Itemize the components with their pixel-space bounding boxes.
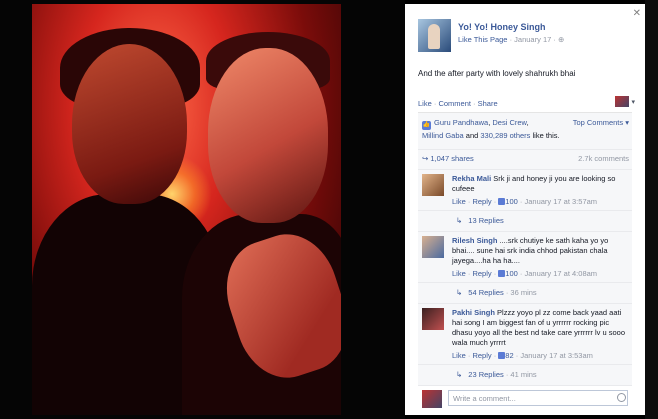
- commenter-name[interactable]: Rekha Mali: [452, 174, 491, 183]
- photo-face-left: [72, 44, 187, 204]
- shares-summary: ↪ 1,047 shares 2.7k comments: [418, 150, 632, 170]
- globe-icon: ⊕: [557, 35, 565, 44]
- comment-meta: Like · Reply · 82 · January 17 at 3:53am: [452, 351, 593, 360]
- replies-link[interactable]: 54 Replies: [468, 288, 503, 297]
- replies-time: 36 mins: [510, 288, 537, 297]
- reply-arrow-icon: ↳: [456, 216, 463, 225]
- post-meta: Like This Page · January 17 · ⊕: [458, 35, 564, 44]
- reply-arrow-icon: ↳: [456, 370, 463, 379]
- share-button[interactable]: Share: [478, 99, 498, 108]
- comment-reply-button[interactable]: Reply: [472, 351, 491, 360]
- thumbs-up-icon: 👍: [422, 121, 431, 130]
- action-sep: ·: [470, 99, 478, 108]
- liker-sep: ,: [526, 118, 529, 127]
- viewer-avatar: [422, 390, 442, 408]
- comment-meta: Like · Reply · 100 · January 17 at 3:57a…: [452, 197, 598, 206]
- liker-link[interactable]: Desi Crew: [492, 118, 526, 127]
- chevron-down-icon[interactable]: ▾: [631, 98, 635, 106]
- feedback-area: 👍 Guru Pandhawa, Desi Crew, Millind Gaba …: [418, 112, 632, 386]
- replies-link[interactable]: 23 Replies: [468, 370, 503, 379]
- page-avatar[interactable]: [418, 19, 451, 52]
- comment-item: Rekha Mali Srk ji and honey ji you are l…: [418, 170, 632, 211]
- like-button[interactable]: Like: [418, 99, 432, 108]
- replies-link-row[interactable]: ↳ 23 Replies · 41 mins: [418, 365, 632, 386]
- comment-button[interactable]: Comment: [438, 99, 471, 108]
- post-date[interactable]: January 17: [514, 35, 551, 44]
- top-comments-dropdown[interactable]: Top Comments ▾: [573, 117, 629, 128]
- comment-like-button[interactable]: Like: [452, 269, 466, 278]
- post-photo[interactable]: [32, 4, 341, 415]
- comment-composer: [418, 387, 632, 409]
- comment-item: Pakhi Singh Plzzz yoyo pl zz come back y…: [418, 304, 632, 365]
- comment-time[interactable]: January 17 at 3:53am: [520, 351, 593, 360]
- like-page-link[interactable]: Like This Page: [458, 35, 507, 44]
- close-icon[interactable]: ✕: [633, 8, 641, 19]
- commenter-name[interactable]: Pakhi Singh: [452, 308, 495, 317]
- page-edge: [645, 0, 658, 419]
- comment-like-count[interactable]: 100: [505, 269, 518, 278]
- replies-link-row[interactable]: ↳ 13 Replies: [418, 211, 632, 232]
- comment-like-button[interactable]: Like: [452, 351, 466, 360]
- comments-count: 2.7k comments: [578, 154, 629, 163]
- photo-viewer: [0, 0, 405, 419]
- comment-body: Rilesh Singh ....srk chutiye ke sath kah…: [452, 236, 628, 266]
- photo-face-right: [208, 48, 328, 223]
- comment-meta: Like · Reply · 100 · January 17 at 4:08a…: [452, 269, 598, 278]
- comment-like-button[interactable]: Like: [452, 197, 466, 206]
- comment-item: Rilesh Singh ....srk chutiye ke sath kah…: [418, 232, 632, 283]
- replies-time: 41 mins: [510, 370, 537, 379]
- liker-link[interactable]: Millind Gaba: [422, 131, 464, 140]
- commenter-avatar[interactable]: [422, 308, 444, 330]
- post-actions: Like · Comment · Share: [418, 99, 498, 108]
- page-name[interactable]: Yo! Yo! Honey Singh: [458, 22, 546, 32]
- emoji-icon[interactable]: [617, 393, 626, 402]
- liker-link[interactable]: Guru Pandhawa: [434, 118, 488, 127]
- likes-suffix: like this.: [530, 131, 560, 140]
- liker-and: and: [463, 131, 481, 140]
- post-status-text: And the after party with lovely shahrukh…: [418, 69, 576, 78]
- reply-arrow-icon: ↳: [456, 288, 463, 297]
- commenter-name[interactable]: Rilesh Singh: [452, 236, 497, 245]
- comment-body: Pakhi Singh Plzzz yoyo pl zz come back y…: [452, 308, 628, 348]
- comment-like-count[interactable]: 100: [505, 197, 518, 206]
- shares-link[interactable]: 1,047 shares: [430, 154, 473, 163]
- replies-link[interactable]: 13 Replies: [468, 216, 503, 225]
- commenter-avatar[interactable]: [422, 174, 444, 196]
- comment-input[interactable]: [448, 390, 628, 406]
- comment-time[interactable]: January 17 at 3:57am: [524, 197, 597, 206]
- comment-reply-button[interactable]: Reply: [472, 269, 491, 278]
- replies-link-row[interactable]: ↳ 54 Replies · 36 mins: [418, 283, 632, 304]
- comment-body: Rekha Mali Srk ji and honey ji you are l…: [452, 174, 628, 194]
- comment-time[interactable]: January 17 at 4:08am: [524, 269, 597, 278]
- post-sidebar: ✕ Yo! Yo! Honey Singh Like This Page · J…: [405, 4, 645, 415]
- comment-like-count[interactable]: 82: [505, 351, 513, 360]
- actor-selector-avatar[interactable]: [615, 96, 629, 107]
- likes-summary: 👍 Guru Pandhawa, Desi Crew, Millind Gaba …: [418, 113, 632, 150]
- comment-reply-button[interactable]: Reply: [472, 197, 491, 206]
- commenter-avatar[interactable]: [422, 236, 444, 258]
- others-link[interactable]: 330,289 others: [480, 131, 530, 140]
